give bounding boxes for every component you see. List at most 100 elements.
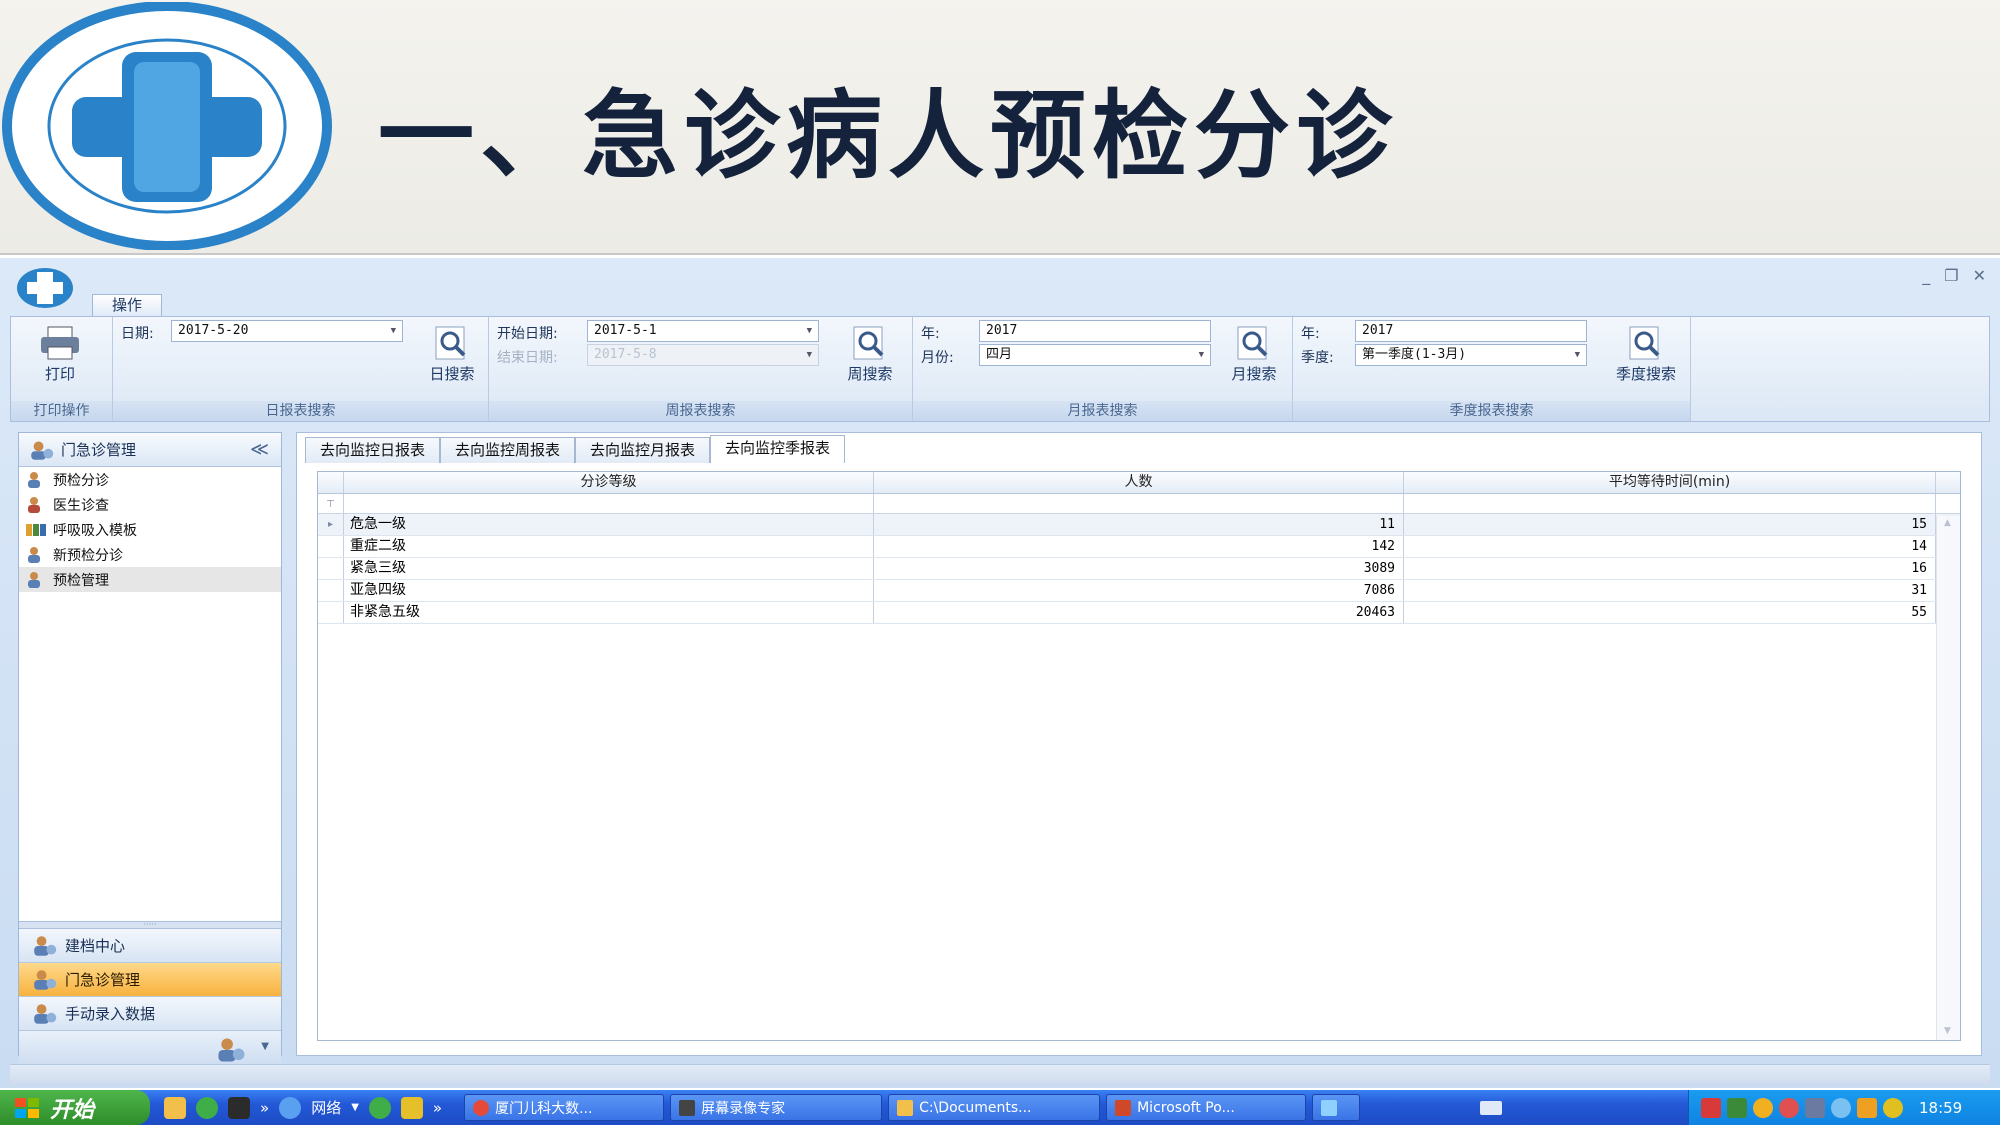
monthly-year-input[interactable]: 2017 (979, 320, 1211, 342)
print-button[interactable]: 打印 (29, 321, 91, 391)
vertical-scrollbar[interactable]: ▲ ▼ (1936, 516, 1960, 1040)
nav-item-new-triage[interactable]: 新预检分诊 (19, 542, 281, 567)
user-icon (28, 571, 40, 588)
monthly-year-label: 年: (921, 326, 940, 342)
user-group-icon (34, 969, 57, 990)
keyboard-icon[interactable] (1480, 1100, 1503, 1115)
tray-app-icon[interactable] (1779, 1097, 1799, 1118)
nav-splitter[interactable]: ····· (19, 921, 281, 929)
monthly-month-combo[interactable]: 四月 ▼ (979, 344, 1211, 366)
printer-icon (41, 326, 79, 360)
monthly-group: 年: 2017 月份: 四月 ▼ 月搜索 月报表搜索 (913, 317, 1293, 421)
tab-daily-report[interactable]: 去向监控日报表 (305, 437, 441, 463)
tray-app-icon[interactable] (1831, 1097, 1851, 1118)
chevron-down-icon[interactable]: ▼ (261, 1041, 269, 1052)
nav-section-records-center[interactable]: 建档中心 (19, 929, 281, 963)
tray-app-icon[interactable] (1753, 1097, 1773, 1118)
quick-launch-more[interactable]: » (260, 1099, 269, 1117)
cell-level: 紧急三级 (344, 558, 874, 579)
nav-sections: 建档中心 门急诊管理 手动录入数据 ▼ (19, 929, 281, 1069)
browser-icon[interactable] (196, 1096, 218, 1119)
minimize-button[interactable]: _ (1922, 266, 1930, 285)
tab-quarterly-report[interactable]: 去向监控季报表 (710, 435, 846, 463)
network-label[interactable]: 网络 (311, 1097, 341, 1118)
quick-launch-more[interactable]: » (433, 1099, 442, 1117)
system-tray: 18:59 (1688, 1090, 2000, 1125)
magnifier-icon (435, 326, 466, 360)
desktop-icon[interactable] (228, 1096, 250, 1119)
tray-app-icon[interactable] (1883, 1097, 1903, 1118)
scroll-up-icon[interactable]: ▲ (1944, 518, 1951, 528)
cell-level: 亚急四级 (344, 580, 874, 601)
anchor-icon[interactable] (400, 1096, 423, 1119)
magnifier-icon (1629, 326, 1660, 360)
quarterly-year-input[interactable]: 2017 (1355, 320, 1587, 342)
windows-flag-icon (15, 1097, 39, 1118)
monthly-search-button[interactable]: 月搜索 (1223, 321, 1285, 391)
restore-button[interactable]: ❐ (1944, 266, 1958, 285)
print-group-label: 打印操作 (11, 401, 112, 421)
monthly-group-label: 月报表搜索 (913, 401, 1292, 421)
table-row[interactable]: 重症二级 142 14 (318, 536, 1960, 558)
nav-item-triage-management[interactable]: 预检管理 (19, 567, 281, 592)
nav-item-doctor-exam[interactable]: 医生诊查 (19, 492, 281, 517)
tab-monthly-report[interactable]: 去向监控月报表 (575, 437, 711, 463)
weekly-end-combo: 2017-5-8 ▼ (587, 344, 819, 366)
report-tabs: 去向监控日报表 去向监控周报表 去向监控月报表 去向监控季报表 (305, 435, 846, 463)
nav-item-inhalation-template[interactable]: 呼吸吸入模板 (19, 517, 281, 542)
ribbon-tab-operations[interactable]: 操作 (92, 294, 162, 316)
tab-weekly-report[interactable]: 去向监控周报表 (440, 437, 576, 463)
slide-header: 一、急诊病人预检分诊 (0, 0, 2000, 255)
dropdown-arrow-icon: ▼ (1574, 350, 1580, 360)
column-header-count[interactable]: 人数 (874, 472, 1404, 493)
shield-icon[interactable] (1857, 1097, 1877, 1118)
quarterly-search-button[interactable]: 季度搜索 (1609, 321, 1683, 391)
task-pediatric-bigdata[interactable]: 厦门儿科大数... (464, 1094, 665, 1121)
task-powerpoint[interactable]: Microsoft Po... (1106, 1094, 1307, 1121)
cell-count: 20463 (874, 602, 1404, 623)
clock[interactable]: 18:59 (1919, 1099, 1962, 1117)
nav-header-title: 门急诊管理 (61, 441, 137, 459)
slide-title: 一、急诊病人预检分诊 (378, 80, 1398, 192)
column-header-level[interactable]: 分诊等级 (344, 472, 874, 493)
nav-item-triage[interactable]: 预检分诊 (19, 467, 281, 492)
quarterly-quarter-combo[interactable]: 第一季度(1-3月) ▼ (1355, 344, 1587, 366)
table-row[interactable]: 亚急四级 7086 31 (318, 580, 1960, 602)
close-button[interactable]: ✕ (1973, 266, 1986, 285)
task-app-window[interactable] (1312, 1094, 1361, 1121)
ime-icon[interactable] (1701, 1097, 1721, 1118)
daily-search-button[interactable]: 日搜索 (421, 321, 483, 391)
task-screen-recorder[interactable]: 屏幕录像专家 (670, 1094, 883, 1121)
chevron-down-icon[interactable]: ▼ (351, 1102, 359, 1113)
cell-level: 非紧急五级 (344, 602, 874, 623)
chrome-icon (473, 1099, 490, 1116)
daily-group-label: 日报表搜索 (113, 401, 488, 421)
column-header-wait[interactable]: 平均等待时间(min) (1404, 472, 1936, 493)
table-row[interactable]: 紧急三级 3089 16 (318, 558, 1960, 580)
weekly-search-button[interactable]: 周搜索 (839, 321, 901, 391)
weekly-start-combo[interactable]: 2017-5-1 ▼ (587, 320, 819, 342)
table-row[interactable]: ▸ 危急一级 11 15 (318, 514, 1960, 536)
daily-date-combo[interactable]: 2017-5-20 ▼ (171, 320, 403, 342)
table-row[interactable]: 非紧急五级 20463 55 (318, 602, 1960, 624)
display-icon[interactable] (1805, 1097, 1825, 1118)
powerpoint-icon (1115, 1099, 1132, 1116)
collapse-icon[interactable]: ≪ (250, 439, 269, 460)
cell-level: 重症二级 (344, 536, 874, 557)
folder-icon[interactable] (164, 1096, 186, 1119)
network-icon[interactable] (368, 1096, 391, 1119)
nav-section-manual-entry[interactable]: 手动录入数据 (19, 997, 281, 1031)
nav-section-emergency-management[interactable]: 门急诊管理 (19, 963, 281, 997)
main-panel: 去向监控日报表 去向监控周报表 去向监控月报表 去向监控季报表 分诊等级 人数 … (296, 432, 1982, 1056)
scroll-down-icon[interactable]: ▼ (1944, 1026, 1951, 1036)
filter-cell-level[interactable] (344, 494, 874, 513)
nav-list: 预检分诊 医生诊查 呼吸吸入模板 新预检分诊 预检管理 (19, 467, 281, 592)
antivirus-icon[interactable] (1727, 1097, 1747, 1118)
filter-cell-count[interactable] (874, 494, 1404, 513)
filter-cell-wait[interactable] (1404, 494, 1936, 513)
cell-wait: 15 (1404, 514, 1936, 535)
user-group-icon[interactable] (213, 1037, 247, 1063)
start-button[interactable]: 开始 (0, 1090, 150, 1125)
task-documents-folder[interactable]: C:\Documents... (888, 1094, 1101, 1121)
ie-icon[interactable] (279, 1096, 302, 1119)
